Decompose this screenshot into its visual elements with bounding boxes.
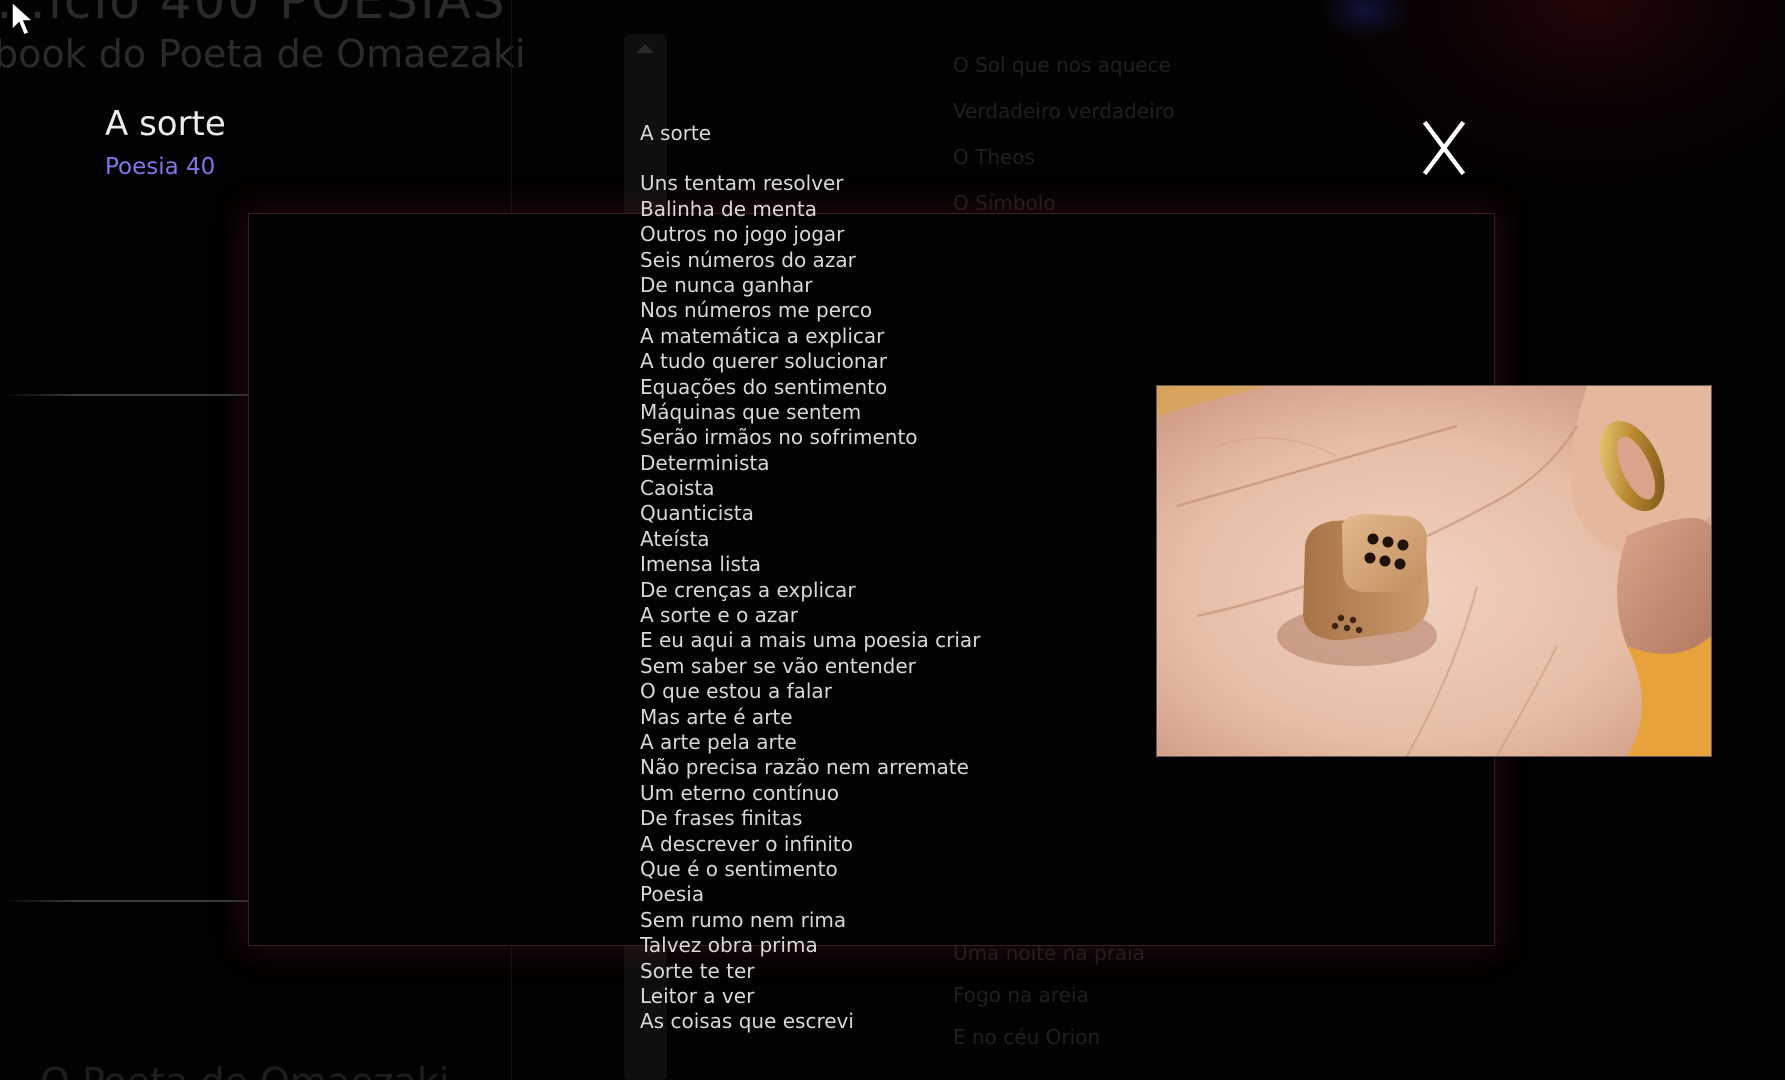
poem-number: Poesia 40 (105, 154, 216, 180)
poem-heading: A sorte (640, 121, 712, 145)
poem-line: A matemática a explicar (640, 323, 885, 348)
poem-illustration (1156, 385, 1712, 757)
poem-line: Seis números do azar (640, 247, 856, 272)
background-poem-link[interactable]: E no céu Orion (953, 1024, 1145, 1066)
poem-lines: Uns tentam resolver Balinha de menta Outro… (640, 171, 980, 1034)
poem-title: A sorte (105, 104, 226, 144)
poem-line: E eu aqui a mais uma poesia criar (640, 628, 981, 653)
poem-line: Caoista (640, 476, 715, 501)
background-poem-list: O Sol que nos aquece Verdadeiro verdadei… (953, 52, 1175, 236)
poem-line: Sem rumo nem rima (640, 907, 847, 932)
background-poem-list-bottom: Uma noite na praia Fogo na areia E no cé… (953, 940, 1145, 1066)
poem-line: Leitor a ver (640, 983, 755, 1008)
site-title: …ício 400 POESIAS (0, 0, 507, 30)
poem-line: Sem saber se vão entender (640, 653, 916, 678)
poem-line: Uns tentam resolver (640, 171, 844, 196)
poem-line: Quanticista (640, 501, 754, 526)
poem-line: Outros no jogo jogar (640, 222, 845, 247)
poem-line: As coisas que escrevi (640, 1009, 854, 1034)
site-subtitle: book do Poeta de Omaezaki (0, 32, 526, 76)
poem-line: Determinista (640, 450, 770, 475)
poem-line: Que é o sentimento (640, 856, 838, 881)
scroll-up-arrow-icon[interactable] (636, 44, 654, 53)
poem-line: Talvez obra prima (640, 933, 818, 958)
poem-line: Equações do sentimento (640, 374, 888, 399)
poem-line: Nos números me perco (640, 298, 873, 323)
poem-line: A sorte e o azar (640, 603, 798, 628)
poem-line: A descrever o infinito (640, 831, 853, 856)
poem-body: A sorte Uns tentam resolver Balinha de me… (640, 121, 980, 1035)
background-bottom-heading: O Poeta de Omaezaki (40, 1060, 449, 1080)
poem-line: Sorte te ter (640, 958, 755, 983)
poem-line: O que estou a falar (640, 679, 832, 704)
background-poem-link[interactable]: Uma noite na praia (953, 940, 1145, 982)
poem-line: A arte pela arte (640, 729, 797, 754)
poem-line: Serão irmãos no sofrimento (640, 425, 918, 450)
close-button[interactable]: X (1420, 118, 1468, 178)
hand-holding-die-photo-icon (1157, 386, 1711, 756)
background-poem-link[interactable]: O Theos (953, 144, 1175, 190)
poem-line: Não precisa razão nem arremate (640, 755, 969, 780)
poem-line: De frases finitas (640, 806, 803, 831)
poem-line: Imensa lista (640, 552, 762, 577)
poem-line: Ateísta (640, 526, 710, 551)
poem-line: Balinha de menta (640, 196, 817, 221)
poem-line: De crenças a explicar (640, 577, 856, 602)
close-icon[interactable] (1420, 118, 1468, 178)
background-poem-link[interactable]: Fogo na areia (953, 982, 1145, 1024)
background-poem-link[interactable]: O Sol que nos aquece (953, 52, 1175, 98)
mouse-cursor-icon (11, 0, 35, 36)
poem-line: Mas arte é arte (640, 704, 793, 729)
poem-line: Poesia (640, 882, 705, 907)
background-header-accent (1320, 0, 1410, 40)
background-poem-link[interactable]: Verdadeiro verdadeiro (953, 98, 1175, 144)
poem-viewer-page: …ício 400 POESIAS book do Poeta de Omaez… (0, 0, 1785, 1080)
poem-line: Máquinas que sentem (640, 399, 862, 424)
poem-line: Um eterno contínuo (640, 780, 839, 805)
poem-line: A tudo querer solucionar (640, 349, 888, 374)
poem-line: De nunca ganhar (640, 272, 813, 297)
